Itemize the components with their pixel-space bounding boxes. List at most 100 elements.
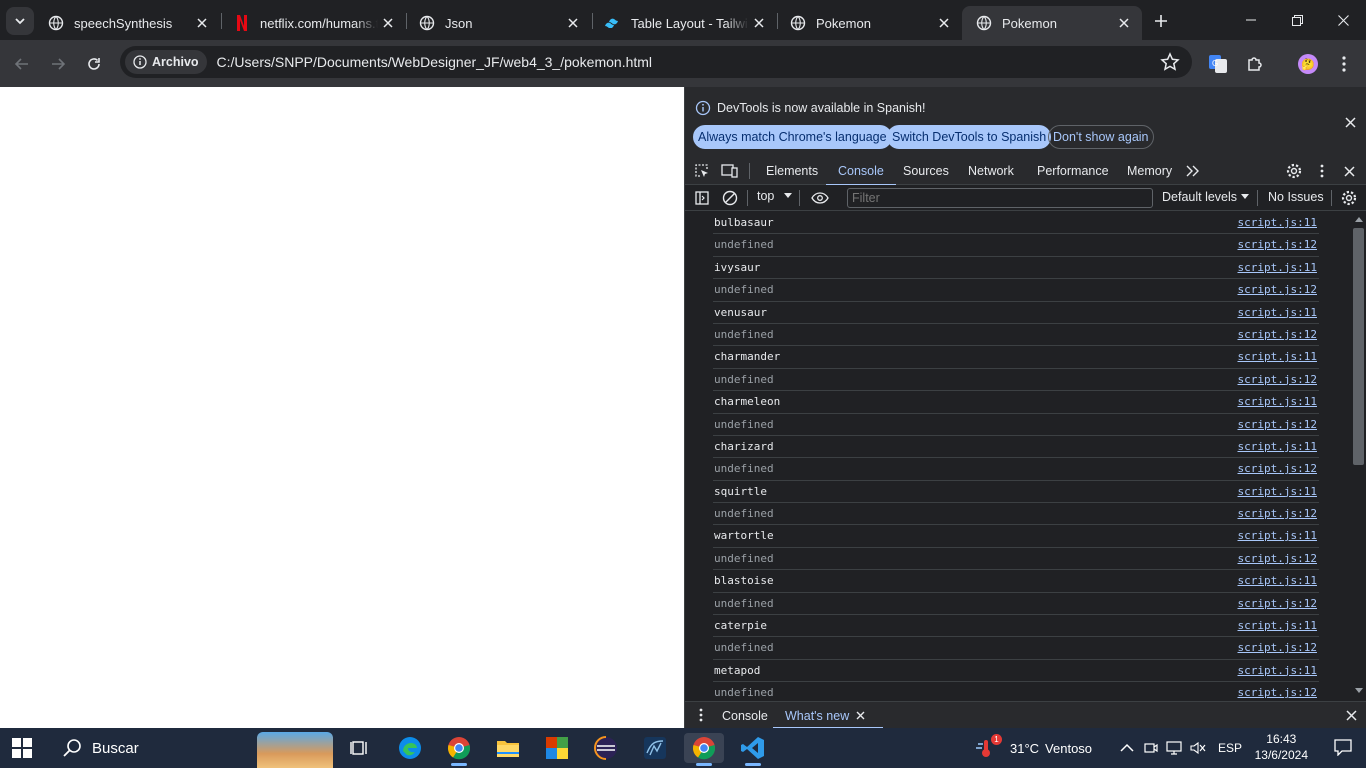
tab-memory[interactable]: Memory xyxy=(1127,156,1172,185)
chevron-up-icon[interactable] xyxy=(1120,743,1134,753)
console-source-link[interactable]: script.js:12 xyxy=(1238,507,1317,520)
tab-pokemon-active[interactable]: Pokemon xyxy=(962,6,1142,40)
forward-button[interactable] xyxy=(44,50,72,78)
console-source-link[interactable]: script.js:11 xyxy=(1238,664,1317,677)
tab-json[interactable]: Json xyxy=(405,6,591,40)
console-source-link[interactable]: script.js:12 xyxy=(1238,328,1317,341)
console-source-link[interactable]: script.js:12 xyxy=(1238,641,1317,654)
speaker-muted-icon[interactable] xyxy=(1190,741,1206,755)
tab-pokemon[interactable]: Pokemon xyxy=(776,6,962,40)
console-source-link[interactable]: script.js:12 xyxy=(1238,283,1317,296)
chrome-icon[interactable] xyxy=(684,733,724,766)
close-icon[interactable] xyxy=(1114,13,1134,33)
console-source-link[interactable]: script.js:11 xyxy=(1238,395,1317,408)
close-icon[interactable] xyxy=(1341,113,1359,131)
more-menu-icon[interactable] xyxy=(1332,52,1356,76)
console-source-link[interactable]: script.js:11 xyxy=(1238,306,1317,319)
close-icon[interactable] xyxy=(856,711,865,720)
close-icon[interactable] xyxy=(749,13,769,33)
close-icon[interactable] xyxy=(378,13,398,33)
clear-console-icon[interactable] xyxy=(720,188,740,208)
taskbar-search[interactable]: Buscar xyxy=(52,732,334,768)
close-devtools-icon[interactable] xyxy=(1339,161,1359,181)
vscode-icon[interactable] xyxy=(733,733,773,766)
console-source-link[interactable]: script.js:11 xyxy=(1238,485,1317,498)
console-source-link[interactable]: script.js:12 xyxy=(1238,418,1317,431)
settings-gear-icon[interactable] xyxy=(1284,161,1304,181)
dont-show-again-button[interactable]: Don't show again xyxy=(1048,125,1154,149)
console-source-link[interactable]: script.js:12 xyxy=(1238,552,1317,565)
console-messages[interactable]: bulbasaur script.js:11 undefined script.js:… xyxy=(685,212,1351,701)
switch-to-spanish-button[interactable]: Switch DevTools to Spanish xyxy=(887,125,1052,149)
bookmark-star-icon[interactable] xyxy=(1160,52,1180,77)
extensions-puzzle-icon[interactable] xyxy=(1243,52,1267,76)
tab-elements[interactable]: Elements xyxy=(766,156,818,185)
console-source-link[interactable]: script.js:11 xyxy=(1238,529,1317,542)
new-tab-button[interactable] xyxy=(1150,10,1172,32)
address-bar[interactable]: Archivo C:/Users/SNPP/Documents/WebDesig… xyxy=(120,46,1192,78)
console-source-link[interactable]: script.js:12 xyxy=(1238,686,1317,699)
reload-button[interactable] xyxy=(80,50,108,78)
scroll-down-arrow-icon[interactable] xyxy=(1355,688,1363,693)
drawer-tab-whats-new[interactable]: What's new xyxy=(772,702,884,729)
console-source-link[interactable]: script.js:12 xyxy=(1238,597,1317,610)
console-source-link[interactable]: script.js:12 xyxy=(1238,238,1317,251)
restore-button[interactable] xyxy=(1274,4,1320,36)
device-toolbar-icon[interactable] xyxy=(720,161,740,181)
tab-network[interactable]: Network xyxy=(968,156,1014,185)
tab-speechsynthesis[interactable]: speechSynthesis xyxy=(34,6,220,40)
console-source-link[interactable]: script.js:11 xyxy=(1238,574,1317,587)
console-scrollbar[interactable] xyxy=(1351,212,1366,701)
minimize-button[interactable] xyxy=(1228,4,1274,36)
task-view-icon[interactable] xyxy=(340,733,380,763)
tab-console[interactable]: Console xyxy=(826,156,896,186)
console-settings-gear-icon[interactable] xyxy=(1339,188,1359,208)
tab-netflix[interactable]: netflix.com/humans.txt xyxy=(220,6,406,40)
tab-tailwind[interactable]: Table Layout - Tailwind xyxy=(591,6,777,40)
site-info-chip[interactable]: Archivo xyxy=(125,50,207,74)
edge-icon[interactable] xyxy=(390,733,430,763)
console-source-link[interactable]: script.js:11 xyxy=(1238,619,1317,632)
log-levels-dropdown[interactable]: Default levels xyxy=(1162,190,1250,204)
console-source-link[interactable]: script.js:11 xyxy=(1238,216,1317,229)
always-match-language-button[interactable]: Always match Chrome's language xyxy=(693,125,892,149)
google-translate-icon[interactable]: G xyxy=(1206,52,1230,76)
chrome-icon[interactable] xyxy=(439,733,479,766)
issues-counter[interactable]: No Issues xyxy=(1268,190,1324,204)
back-button[interactable] xyxy=(8,50,36,78)
profile-avatar[interactable]: 🤔 xyxy=(1296,52,1320,76)
drawer-tab-console[interactable]: Console xyxy=(722,702,768,729)
console-filter-input[interactable] xyxy=(847,188,1153,208)
close-drawer-icon[interactable] xyxy=(1341,705,1361,725)
more-options-icon[interactable] xyxy=(1312,161,1332,181)
taskbar-clock[interactable]: 16:43 13/6/2024 xyxy=(1255,731,1308,763)
language-indicator[interactable]: ESP xyxy=(1218,741,1242,755)
mysql-workbench-icon[interactable] xyxy=(635,733,675,763)
folder-icon[interactable] xyxy=(488,733,528,763)
url-text[interactable]: C:/Users/SNPP/Documents/WebDesigner_JF/w… xyxy=(217,54,652,70)
console-source-link[interactable]: script.js:12 xyxy=(1238,462,1317,475)
scroll-up-arrow-icon[interactable] xyxy=(1355,217,1363,222)
tab-performance[interactable]: Performance xyxy=(1037,156,1109,185)
console-source-link[interactable]: script.js:11 xyxy=(1238,261,1317,274)
eclipse-icon[interactable] xyxy=(586,733,626,763)
console-source-link[interactable]: script.js:11 xyxy=(1238,350,1317,363)
windows-start-icon[interactable] xyxy=(12,738,32,758)
weather-widget[interactable]: 1 31°C Ventoso xyxy=(976,728,1092,768)
sidebar-toggle-icon[interactable] xyxy=(692,188,712,208)
tab-search-button[interactable] xyxy=(6,7,34,35)
console-source-link[interactable]: script.js:12 xyxy=(1238,373,1317,386)
console-source-link[interactable]: script.js:11 xyxy=(1238,440,1317,453)
page-viewport[interactable] xyxy=(0,87,684,728)
close-icon[interactable] xyxy=(563,13,583,33)
notifications-icon[interactable] xyxy=(1334,738,1352,761)
close-window-button[interactable] xyxy=(1320,4,1366,36)
close-icon[interactable] xyxy=(192,13,212,33)
meet-now-icon[interactable] xyxy=(1144,741,1158,755)
more-tabs-chevron-icon[interactable] xyxy=(1183,161,1203,181)
scrollbar-thumb[interactable] xyxy=(1353,228,1364,465)
network-icon[interactable] xyxy=(1166,741,1182,755)
live-expression-eye-icon[interactable] xyxy=(810,188,830,208)
context-selector[interactable]: top xyxy=(757,189,793,203)
minecraft-icon[interactable] xyxy=(537,733,577,763)
